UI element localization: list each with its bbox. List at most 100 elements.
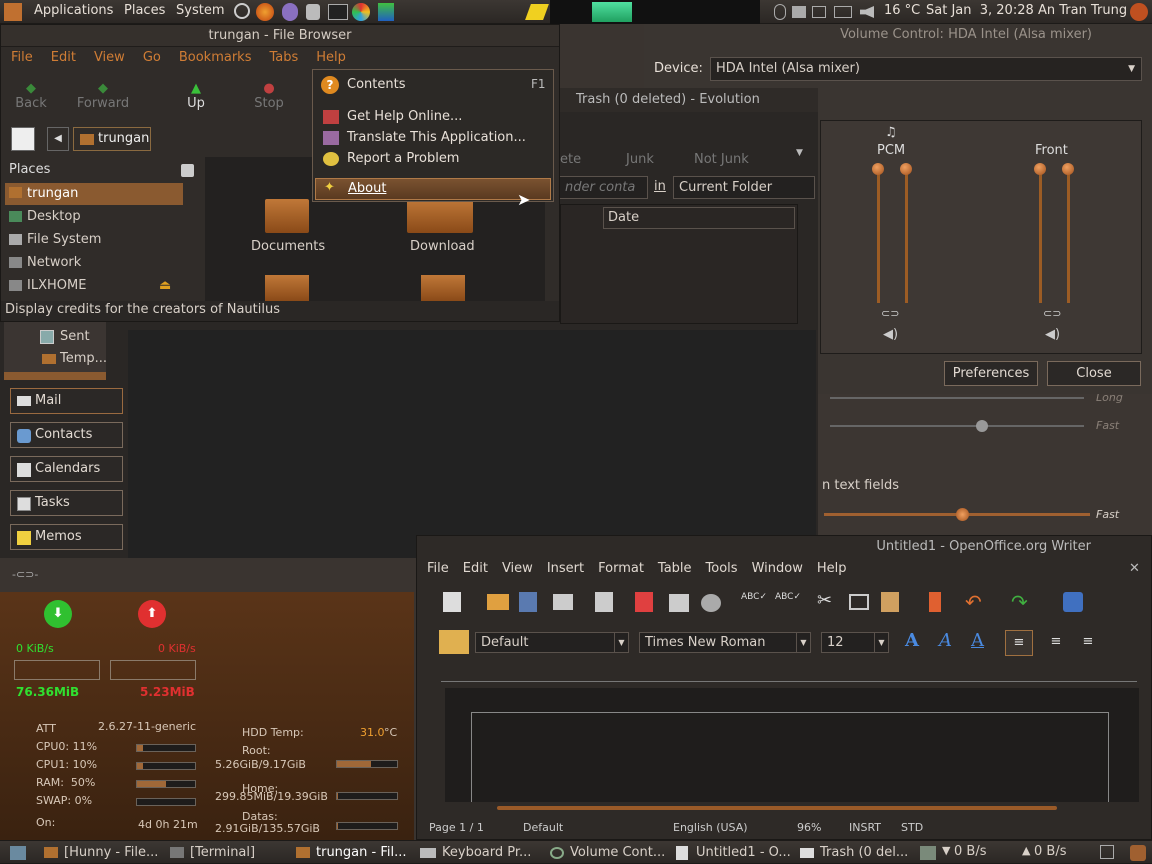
forward-button[interactable]: ◆ Forward xyxy=(75,81,131,111)
place-file-system[interactable]: File System xyxy=(27,232,101,247)
align-right-icon[interactable]: ≡ xyxy=(1075,630,1101,656)
menu-go[interactable]: Go xyxy=(143,50,161,65)
new-document-icon[interactable] xyxy=(443,592,461,612)
writer-menu-edit[interactable]: Edit xyxy=(463,561,488,576)
writer-menu-insert[interactable]: Insert xyxy=(547,561,584,576)
tasks-button[interactable]: Tasks xyxy=(10,490,123,516)
device-icon[interactable] xyxy=(306,4,320,20)
pcm-lock-icon[interactable]: ⊂⊃ xyxy=(881,307,899,320)
shutdown-icon[interactable] xyxy=(1130,3,1148,21)
bold-icon[interactable]: A xyxy=(905,630,919,651)
folder-icon[interactable] xyxy=(265,275,309,301)
horizontal-ruler[interactable] xyxy=(441,670,1137,682)
writer-menu-table[interactable]: Table xyxy=(658,561,692,576)
contacts-button[interactable]: Contacts xyxy=(10,422,123,448)
pcm-left-slider[interactable] xyxy=(877,169,880,303)
speed-slider-knob[interactable] xyxy=(976,420,988,432)
paste-icon[interactable] xyxy=(881,592,899,612)
task-evolution[interactable]: Trash (0 del... xyxy=(796,843,914,863)
preferences-button[interactable]: Preferences xyxy=(944,361,1038,386)
search-input[interactable]: nder conta xyxy=(560,176,648,199)
stop-button[interactable]: ● Stop xyxy=(249,81,289,111)
writer-menu-help[interactable]: Help xyxy=(817,561,847,576)
workspace-icon[interactable] xyxy=(1100,845,1114,859)
writer-menu-window[interactable]: Window xyxy=(752,561,803,576)
cut-icon[interactable]: ✂ xyxy=(817,590,832,611)
font-name-select[interactable]: Times New Roman ▼ xyxy=(639,632,811,653)
selection-mode[interactable]: STD xyxy=(901,821,923,834)
task-keyboard[interactable]: Keyboard Pr... xyxy=(416,843,542,863)
menu-item-translate[interactable]: Translate This Application... xyxy=(347,130,526,145)
page-style[interactable]: Default xyxy=(523,821,563,834)
font-size-select[interactable]: 12 ▼ xyxy=(821,632,889,653)
folder-icon-2[interactable] xyxy=(421,275,465,301)
calendars-button[interactable]: Calendars xyxy=(10,456,123,482)
device-select[interactable]: HDA Intel (Alsa mixer) ▼ xyxy=(710,57,1142,81)
mail-button[interactable]: Mail xyxy=(10,388,123,414)
up-button[interactable]: ▲ Up xyxy=(179,81,213,111)
export-pdf-icon[interactable] xyxy=(635,592,653,612)
task-terminal[interactable]: [Terminal] xyxy=(166,843,286,863)
window-icon[interactable] xyxy=(812,6,826,18)
junk-button[interactable]: Junk xyxy=(626,152,654,167)
trash-icon[interactable] xyxy=(1130,845,1146,861)
show-desktop-icon[interactable] xyxy=(10,846,26,860)
email-icon[interactable] xyxy=(553,594,573,610)
align-center-icon[interactable]: ≡ xyxy=(1043,630,1069,656)
notes-icon[interactable] xyxy=(525,4,549,20)
firefox-icon[interactable] xyxy=(256,3,274,21)
keyboard-icon[interactable] xyxy=(774,4,786,20)
foot-menu-icon[interactable] xyxy=(4,3,22,21)
sent-folder[interactable]: Sent xyxy=(60,329,90,344)
spellcheck-icon[interactable]: ABC✓ xyxy=(741,592,767,602)
close-document-icon[interactable]: ✕ xyxy=(1129,561,1140,576)
horizontal-scrollbar[interactable] xyxy=(497,806,1057,810)
pcm-left-knob[interactable] xyxy=(872,163,884,175)
not-junk-button[interactable]: Not Junk xyxy=(694,152,749,167)
menu-item-report-problem[interactable]: Report a Problem xyxy=(347,151,459,166)
place-network[interactable]: Network xyxy=(27,255,81,270)
writer-menu-tools[interactable]: Tools xyxy=(706,561,738,576)
undo-icon[interactable]: ↶ xyxy=(965,590,982,614)
scope-select[interactable]: Current Folder xyxy=(673,176,815,199)
date-column-header[interactable]: Date xyxy=(603,207,795,229)
front-mute-icon[interactable]: ◀) xyxy=(1045,327,1060,342)
templates-folder[interactable]: Temp... xyxy=(60,351,107,366)
hyperlink-icon[interactable] xyxy=(1063,592,1083,612)
front-left-knob[interactable] xyxy=(1034,163,1046,175)
download-folder-label[interactable]: Download xyxy=(410,239,475,254)
autospellcheck-icon[interactable]: ABC✓ xyxy=(775,592,801,602)
task-hunny[interactable]: [Hunny - File... xyxy=(40,843,160,863)
cd-icon[interactable] xyxy=(352,3,370,21)
pidgin-icon[interactable] xyxy=(282,3,298,21)
menu-item-contents[interactable]: Contents xyxy=(347,77,405,92)
delay-slider[interactable] xyxy=(830,397,1084,399)
menu-edit[interactable]: Edit xyxy=(51,50,76,65)
front-lock-icon[interactable]: ⊂⊃ xyxy=(1043,307,1061,320)
front-right-knob[interactable] xyxy=(1062,163,1074,175)
user-name[interactable]: An Tran Trung xyxy=(1038,3,1127,18)
memos-button[interactable]: Memos xyxy=(10,524,123,550)
place-ilxhome[interactable]: ILXHOME xyxy=(27,278,86,293)
clock[interactable]: Sat Jan 3, 20:28 xyxy=(926,3,1034,18)
format-paintbrush-icon[interactable] xyxy=(929,592,941,612)
eject-icon[interactable]: ⏏ xyxy=(159,278,171,293)
save-icon[interactable] xyxy=(519,592,537,612)
edit-location-icon[interactable] xyxy=(11,127,35,151)
open-icon[interactable] xyxy=(487,594,509,610)
underline-icon[interactable]: A xyxy=(971,630,984,651)
edit-file-icon[interactable] xyxy=(595,592,613,612)
front-right-slider[interactable] xyxy=(1067,169,1070,303)
menu-file[interactable]: File xyxy=(11,50,33,65)
documents-folder-label[interactable]: Documents xyxy=(251,239,325,254)
pcm-mute-icon[interactable]: ◀) xyxy=(883,327,898,342)
zoom-level[interactable]: 96% xyxy=(797,821,821,834)
writer-menu-file[interactable]: File xyxy=(427,561,449,576)
writer-menu-format[interactable]: Format xyxy=(598,561,644,576)
message-list[interactable]: Date xyxy=(560,204,798,324)
search-icon[interactable] xyxy=(234,3,250,19)
documents-folder-icon[interactable] xyxy=(265,199,309,233)
task-file-browser[interactable]: trungan - Fil... xyxy=(292,843,412,863)
volume-icon[interactable] xyxy=(860,6,874,18)
pcm-right-knob[interactable] xyxy=(900,163,912,175)
